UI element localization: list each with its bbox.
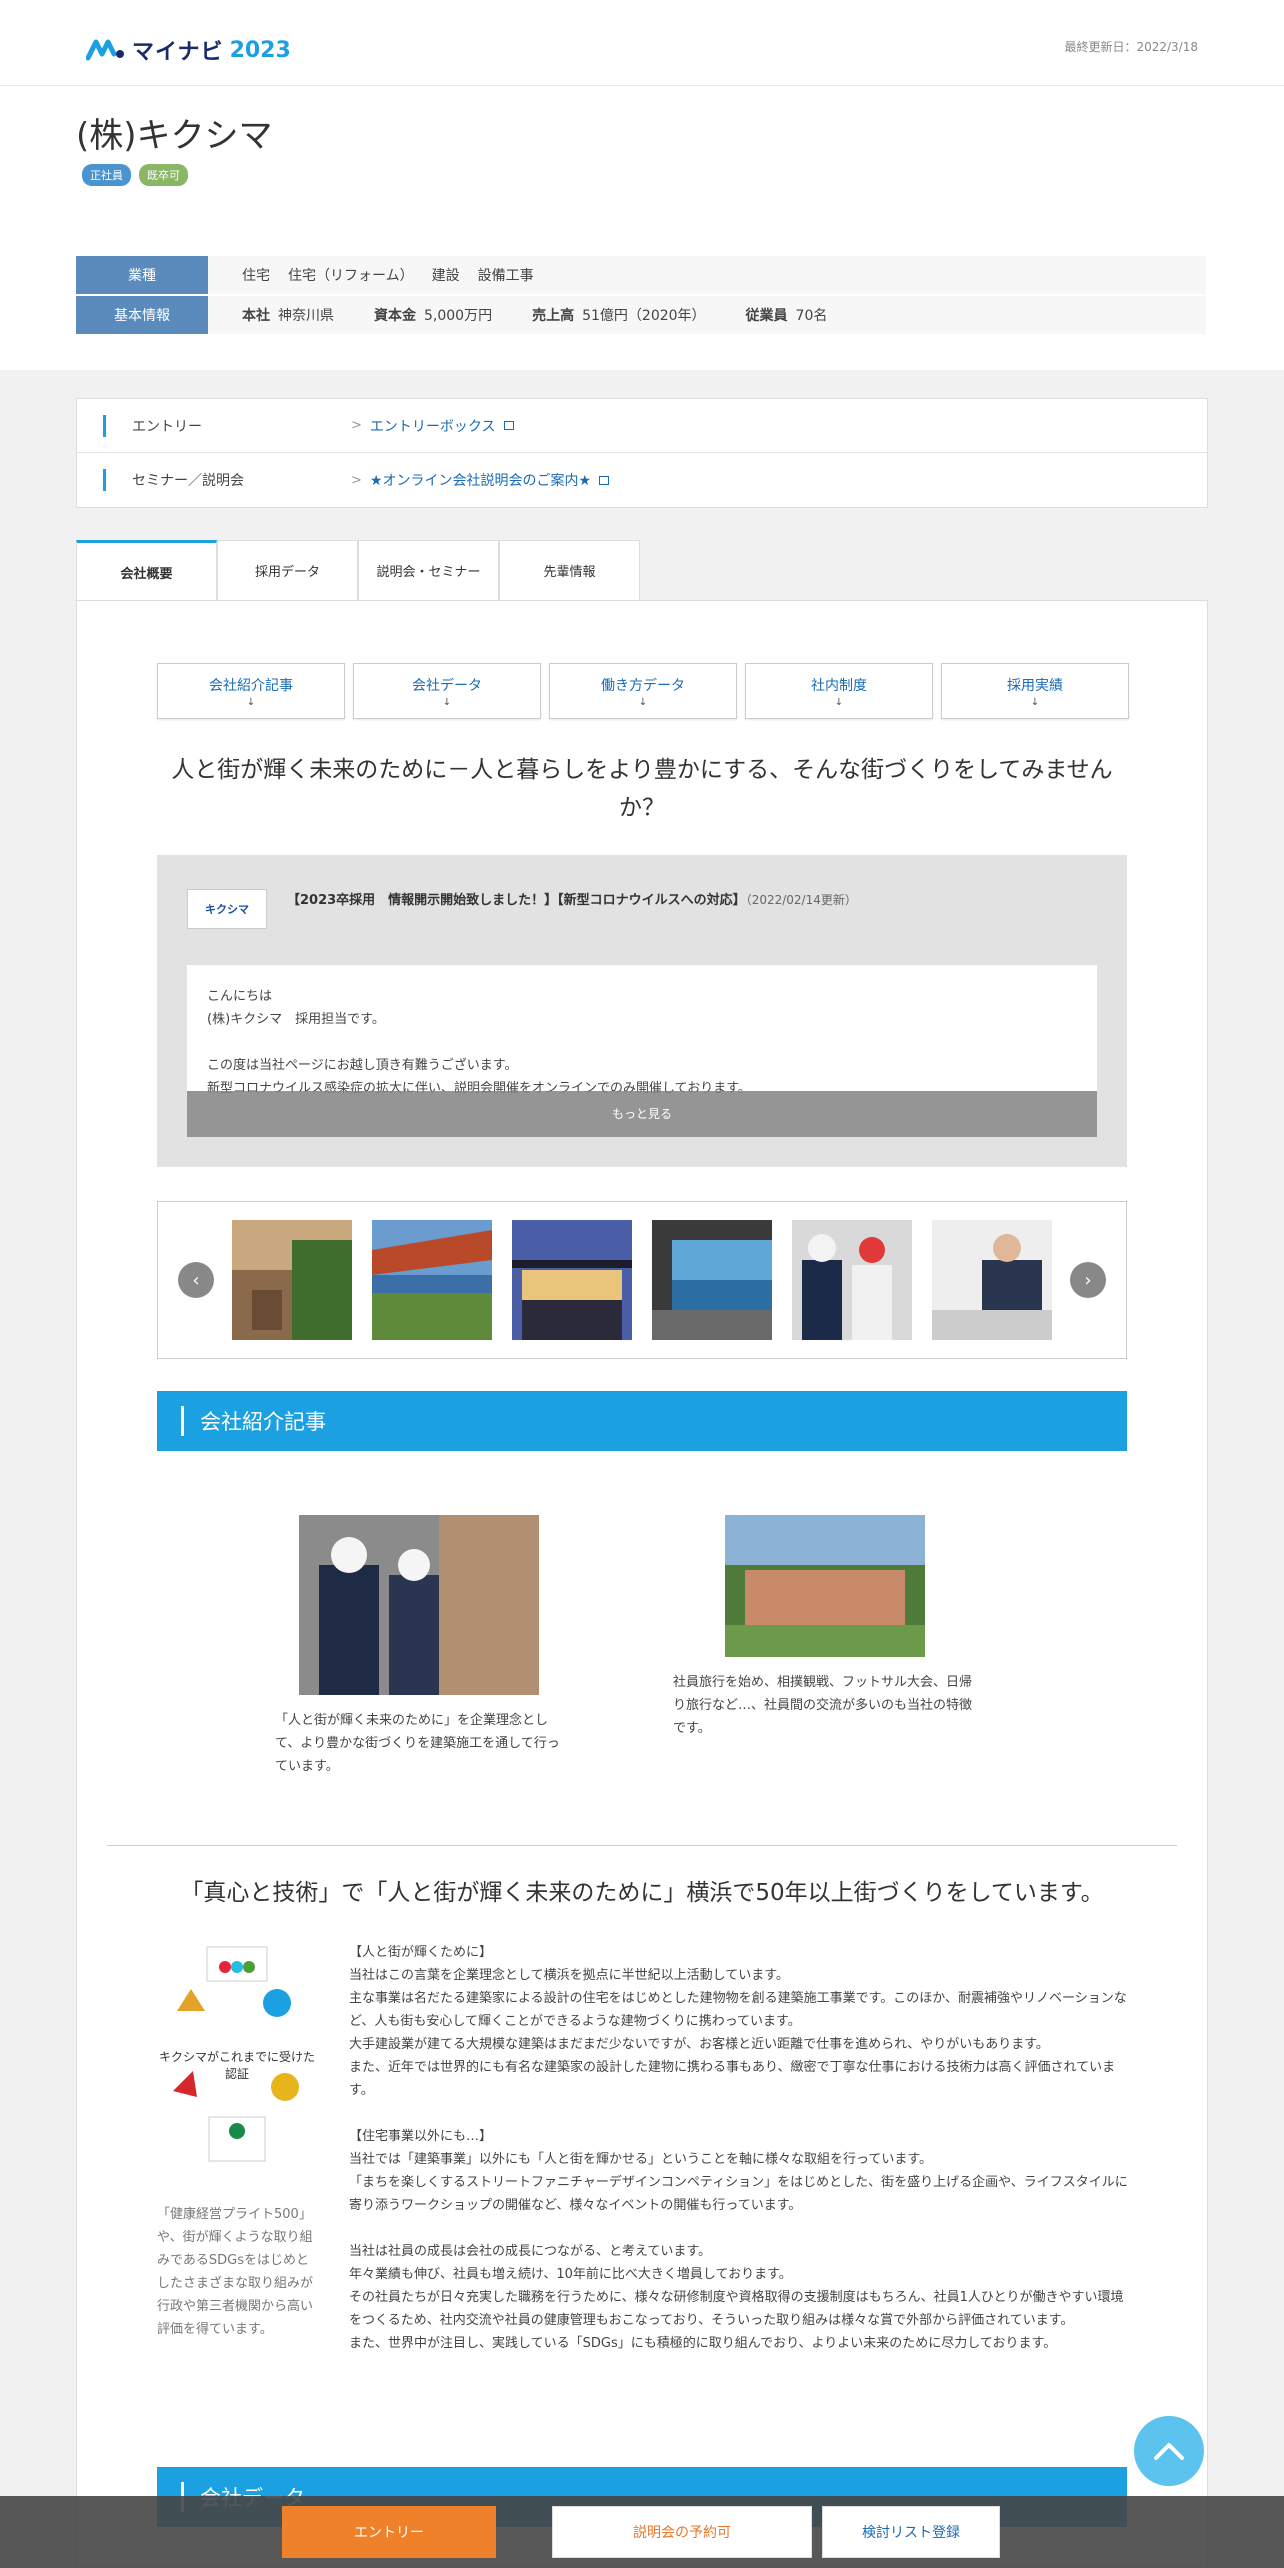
quicknav-hiring-record[interactable]: 採用実績 ↓ [941,663,1129,719]
chevron-right-icon: > [351,418,362,433]
basic-info-values: 本社 神奈川県 資本金 5,000万円 売上高 51億円（2020年） 従業員 70名 [208,305,827,325]
news-title: 【2023卒採用 情報開示開始致しました！】【新型コロナウイルスへの対応】（20… [287,893,857,908]
tab-bar: 会社概要 採用データ 説明会・セミナー 先輩情報 [76,540,640,602]
arrow-down-icon: ↓ [246,696,256,708]
company-name: (株)キクシマ [76,116,273,156]
photo-thumbnail[interactable] [932,1220,1052,1340]
seminar-label: セミナー／説明会 [103,469,351,491]
industry-item: 住宅（リフォーム） [288,268,414,284]
arrow-down-icon: ↓ [1030,696,1040,708]
company-description: 【人と街が輝くために】 当社はこの言葉を企業理念として横浜を拠点に半世紀以上活動… [349,1945,1128,2351]
photo-thumbnail[interactable] [792,1220,912,1340]
chevron-right-icon: > [351,472,362,488]
article-card[interactable]: 社員旅行を始め、相撲観戦、フットサル大会、日帰り旅行など…、社員間の交流が多いの… [673,1515,973,1740]
quicknav-internal-system[interactable]: 社内制度 ↓ [745,663,933,719]
last-updated: 最終更新日：2022/3/18 [1064,40,1198,54]
quicknav-company-data[interactable]: 会社データ ↓ [353,663,541,719]
carousel-prev-button[interactable]: ‹ [178,1262,214,1298]
top-bar: マイナビ 2023 最終更新日：2022/3/18 [0,0,1284,86]
industry-item: 設備工事 [477,268,534,284]
certification-panel: キクシマがこれまでに受けた認証 「健康経営プライト500」や、街が輝くような取り… [157,1941,317,2341]
seminar-link[interactable]: > ★オンライン会社説明会のご案内★ [351,470,610,490]
photo-thumbnail[interactable] [372,1220,492,1340]
cert-description: 「健康経営プライト500」や、街が輝くような取り組みであるSDGsをはじめとした… [157,2207,314,2337]
quicknav-company-article[interactable]: 会社紹介記事 ↓ [157,663,345,719]
article-photo [725,1515,925,1657]
photo-thumbnail[interactable] [512,1220,632,1340]
hq-info: 本社 神奈川県 [242,308,334,324]
add-to-list-button[interactable]: 検討リスト登録 [822,2506,1000,2558]
seminar-row: セミナー／説明会 > ★オンライン会社説明会のご案内★ [77,453,1207,507]
catch-copy: 人と街が輝く未来のために－人と暮らしをより豊かにする、そんな街づくりをしてみませ… [171,757,1113,821]
news-box: キクシマ 【2023卒採用 情報開示開始致しました！】【新型コロナウイルスへの対… [157,855,1127,1167]
company-info-table: 業種 住宅 住宅（リフォーム） 建設 設備工事 基本情報 本社 神奈川県 資本金 5… [76,256,1206,336]
news-body: こんにちは (株)キクシマ 採用担当です。 この度は当社ページにお越し頂き有難う… [187,965,1097,1137]
tab-senior-info[interactable]: 先輩情報 [499,540,640,600]
seminar-reserve-button[interactable]: 説明会の予約可 [552,2506,812,2558]
entry-box: エントリー > エントリーボックス セミナー／説明会 > ★オンライン会社説明会… [76,398,1208,508]
news-date: （2022/02/14更新） [745,893,857,907]
quick-nav: 会社紹介記事 ↓ 会社データ ↓ 働き方データ ↓ 社内制度 ↓ 採用実績 ↓ [157,663,1129,719]
entry-row: エントリー > エントリーボックス [77,399,1207,453]
badge-fulltime: 正社員 [82,164,131,186]
capital-info: 資本金 5,000万円 [374,308,493,324]
read-more-button[interactable]: もっと見る [187,1091,1097,1137]
mynavi-logo[interactable]: マイナビ 2023 [86,34,291,66]
employees-info: 従業員 70名 [745,308,828,324]
scroll-top-button[interactable] [1134,2416,1204,2486]
carousel-next-button[interactable]: › [1070,1262,1106,1298]
arrow-down-icon: ↓ [638,696,648,708]
bottom-action-bar: エントリー 説明会の予約可 検討リスト登録 [0,2496,1284,2568]
tab-recruitment-data[interactable]: 採用データ [217,540,358,600]
industry-item: 建設 [431,268,460,284]
arrow-down-icon: ↓ [442,696,452,708]
article-caption: 「人と街が輝く未来のために」を企業理念として、より豊かな街づくりを建築施工を通し… [275,1713,560,1774]
industry-item: 住宅 [242,268,270,284]
entry-label: エントリー [103,414,351,437]
sales-info: 売上高 51億円（2020年） [532,308,706,324]
basic-info-row: 基本情報 本社 神奈川県 資本金 5,000万円 売上高 51億円（2020年） 従業… [76,296,1206,336]
entry-button[interactable]: エントリー [282,2506,496,2558]
basic-info-label: 基本情報 [76,296,208,334]
company-logo-small: キクシマ [187,889,267,929]
badge-list: 正社員 既卒可 [82,164,188,186]
quicknav-work-data[interactable]: 働き方データ ↓ [549,663,737,719]
article-photo [299,1515,539,1695]
chevron-up-icon [1154,2443,1184,2460]
industry-label: 業種 [76,256,208,294]
external-link-icon [599,475,610,485]
external-link-icon [503,421,514,430]
catch-copy-secondary: 「真心と技術」で「人と街が輝く未来のために」横浜で50年以上街づくりをしています… [180,1880,1104,1906]
arrow-down-icon: ↓ [834,696,844,708]
divider [107,1845,1177,1846]
industry-values: 住宅 住宅（リフォーム） 建設 設備工事 [208,265,534,285]
tab-seminars[interactable]: 説明会・セミナー [358,540,499,600]
article-card[interactable]: 「人と街が輝く未来のために」を企業理念として、より豊かな街づくりを建築施工を通し… [275,1515,565,1778]
photo-thumbnail[interactable] [232,1220,352,1340]
company-header: マイナビ 2023 最終更新日：2022/3/18 (株)キクシマ 正社員 既卒… [0,0,1284,370]
badge-graduate-ok: 既卒可 [139,164,188,186]
tab-company-overview[interactable]: 会社概要 [76,540,217,602]
article-caption: 社員旅行を始め、相撲観戦、フットサル大会、日帰り旅行など…、社員間の交流が多いの… [673,1675,973,1736]
carousel-thumbs [232,1220,1052,1340]
logo-text: マイナビ [132,40,224,65]
photo-thumbnail[interactable] [652,1220,772,1340]
section-company-article: 会社紹介記事 [157,1391,1127,1451]
logo-year: 2023 [229,37,291,63]
industry-row: 業種 住宅 住宅（リフォーム） 建設 設備工事 [76,256,1206,296]
logo-mark-icon [86,39,124,61]
main-content: 会社紹介記事 ↓ 会社データ ↓ 働き方データ ↓ 社内制度 ↓ 採用実績 ↓ 人と街が輝… [76,600,1208,2568]
entry-box-link[interactable]: > エントリーボックス [351,416,514,436]
photo-carousel: ‹ › [157,1201,1127,1359]
